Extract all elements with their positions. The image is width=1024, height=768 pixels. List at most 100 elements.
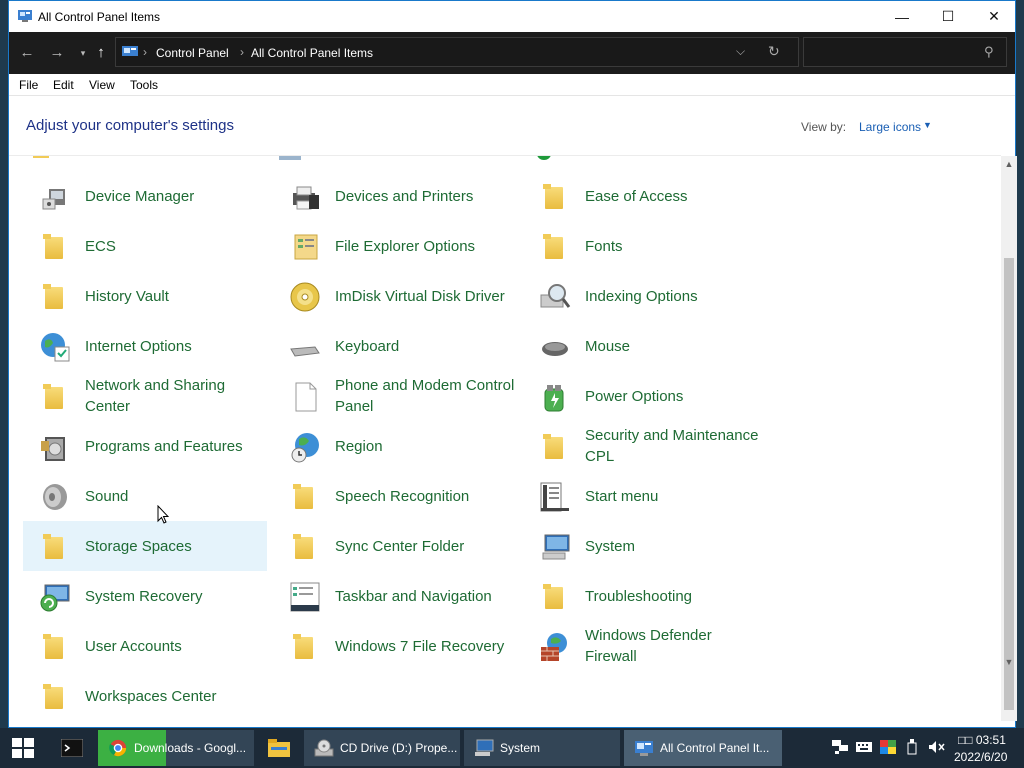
taskbar-task-cd-drive[interactable]: CD Drive (D:) Prope... xyxy=(304,730,460,766)
item-indexing-options[interactable]: Indexing Options xyxy=(523,271,767,321)
clock-date[interactable]: 2022/6/20 xyxy=(954,750,1007,764)
taskbar-task-control-panel[interactable]: All Control Panel It... xyxy=(624,730,782,766)
search-input[interactable] xyxy=(808,42,982,64)
scroll-down-arrow-icon[interactable]: ▼ xyxy=(1001,654,1017,670)
control-panel-icon xyxy=(635,741,653,756)
folder-icon xyxy=(39,231,71,263)
firewall-icon xyxy=(541,633,567,661)
search-box[interactable]: ⚲ xyxy=(803,37,1007,67)
item-network-and-sharing[interactable]: Network and Sharing Center xyxy=(23,371,267,421)
item-label: System Recovery xyxy=(85,587,203,605)
clock-time[interactable]: □□ 03:51 xyxy=(958,733,1006,747)
breadcrumb-separator[interactable]: › xyxy=(240,45,244,59)
file-explorer-icon xyxy=(268,739,290,757)
folder-icon xyxy=(39,381,71,413)
item-sound[interactable]: Sound xyxy=(23,471,267,521)
item-fonts[interactable]: Fonts xyxy=(523,221,767,271)
item-speech-recognition[interactable]: Speech Recognition xyxy=(273,471,517,521)
up-arrow-icon[interactable]: ↑ xyxy=(91,42,111,62)
item-storage-spaces[interactable]: Storage Spaces xyxy=(23,521,267,571)
item-file-explorer-options[interactable]: File Explorer Options xyxy=(273,221,517,271)
mouse-cursor-icon xyxy=(157,505,169,524)
item-label: Mouse xyxy=(585,337,631,355)
region-icon xyxy=(291,433,319,463)
item-device-manager[interactable]: Device Manager xyxy=(23,171,267,221)
item-ecs[interactable]: ECS xyxy=(23,221,267,271)
item-label: Programs and Features xyxy=(85,437,243,455)
item-user-accounts[interactable]: User Accounts xyxy=(23,621,267,671)
item-sync-center[interactable]: Sync Center Folder xyxy=(273,521,517,571)
item-internet-options[interactable]: Internet Options xyxy=(23,321,267,371)
item-phone-and-modem[interactable]: Phone and Modem Control Panel xyxy=(273,371,517,421)
breadcrumb-control-panel[interactable]: Control Panel xyxy=(156,46,229,60)
item-keyboard[interactable]: Keyboard xyxy=(273,321,517,371)
back-arrow-icon[interactable]: ← xyxy=(17,42,37,62)
taskbar-task-chrome[interactable]: Downloads - Googl... xyxy=(98,730,254,766)
menu-file[interactable]: File xyxy=(19,78,38,92)
item-ease-of-access[interactable]: Ease of Access xyxy=(523,171,767,221)
windows-start-icon[interactable] xyxy=(12,738,34,758)
item-security-and-maintenance[interactable]: Security and Maintenance CPL xyxy=(523,421,767,471)
title-bar[interactable]: All Control Panel Items — ☐ ✕ xyxy=(9,1,1015,32)
menu-view[interactable]: View xyxy=(89,78,115,92)
task-label: System xyxy=(500,741,541,755)
chevron-down-icon[interactable]: ⌵ xyxy=(736,44,745,59)
item-label: Start menu xyxy=(585,487,659,505)
document-icon xyxy=(295,382,317,412)
menu-edit[interactable]: Edit xyxy=(53,78,74,92)
item-system-recovery[interactable]: System Recovery xyxy=(23,571,267,621)
scroll-thumb[interactable] xyxy=(1004,258,1014,710)
item-label: File Explorer Options xyxy=(335,237,476,255)
item-label: Storage Spaces xyxy=(85,537,192,555)
item-taskbar-and-navigation[interactable]: Taskbar and Navigation xyxy=(273,571,517,621)
dropdown-arrow-icon[interactable]: ▼ xyxy=(923,120,932,130)
folder-icon xyxy=(539,581,571,613)
item-start-menu[interactable]: Start menu xyxy=(523,471,767,521)
taskbar-task-system[interactable]: System xyxy=(464,730,620,766)
item-programs-and-features[interactable]: Programs and Features xyxy=(23,421,267,471)
item-label: Speech Recognition xyxy=(335,487,470,505)
item-workspaces-center[interactable]: Workspaces Center xyxy=(23,671,267,721)
maximize-button[interactable]: ☐ xyxy=(925,1,971,32)
item-label: Taskbar and Navigation xyxy=(335,587,492,605)
mouse-icon xyxy=(542,342,568,356)
forward-arrow-icon[interactable]: → xyxy=(47,42,67,62)
close-button[interactable]: ✕ xyxy=(971,1,1017,32)
item-label: Ease of Access xyxy=(585,187,688,205)
scroll-up-arrow-icon[interactable]: ▲ xyxy=(1001,156,1017,172)
view-by-dropdown[interactable]: Large icons xyxy=(859,120,921,134)
item-windows-defender-firewall[interactable]: Windows Defender Firewall xyxy=(523,621,767,671)
vertical-scrollbar[interactable]: ▲ ▼ xyxy=(1001,156,1017,721)
item-region[interactable]: Region xyxy=(273,421,517,471)
item-label: Power Options xyxy=(585,387,684,405)
address-bar[interactable]: › Control Panel › All Control Panel Item… xyxy=(115,37,799,67)
item-system[interactable]: System xyxy=(523,521,767,571)
item-label: ECS xyxy=(85,237,116,255)
folder-icon xyxy=(39,631,71,663)
item-imdisk[interactable]: ImDisk Virtual Disk Driver xyxy=(273,271,517,321)
taskbar-icon xyxy=(290,582,320,612)
item-devices-and-printers[interactable]: Devices and Printers xyxy=(273,171,517,221)
refresh-icon[interactable]: ↻ xyxy=(768,43,780,60)
item-troubleshooting[interactable]: Troubleshooting xyxy=(523,571,767,621)
folder-icon xyxy=(539,181,571,213)
item-label: Troubleshooting xyxy=(585,587,693,605)
minimize-button[interactable]: — xyxy=(879,1,925,32)
item-windows7-file-recovery[interactable]: Windows 7 File Recovery xyxy=(273,621,517,671)
network-tray-icon[interactable] xyxy=(832,740,848,754)
usb-tray-icon[interactable] xyxy=(906,739,918,755)
control-panel-icon xyxy=(122,46,138,56)
item-power-options[interactable]: Power Options xyxy=(523,371,767,421)
terminal-taskbar-button[interactable] xyxy=(50,728,94,768)
breadcrumb-all-items[interactable]: All Control Panel Items xyxy=(251,46,373,60)
menu-tools[interactable]: Tools xyxy=(130,78,158,92)
keyboard-tray-icon[interactable] xyxy=(856,742,872,752)
menu-bar: File Edit View Tools xyxy=(9,74,1015,96)
volume-muted-icon[interactable] xyxy=(928,740,946,754)
recent-locations-chevron-icon[interactable]: ▾ xyxy=(73,43,93,63)
item-mouse[interactable]: Mouse xyxy=(523,321,767,371)
search-icon[interactable]: ⚲ xyxy=(984,44,994,60)
color-tray-icon[interactable] xyxy=(880,740,896,754)
file-explorer-taskbar-button[interactable] xyxy=(258,728,300,768)
item-history-vault[interactable]: History Vault xyxy=(23,271,267,321)
